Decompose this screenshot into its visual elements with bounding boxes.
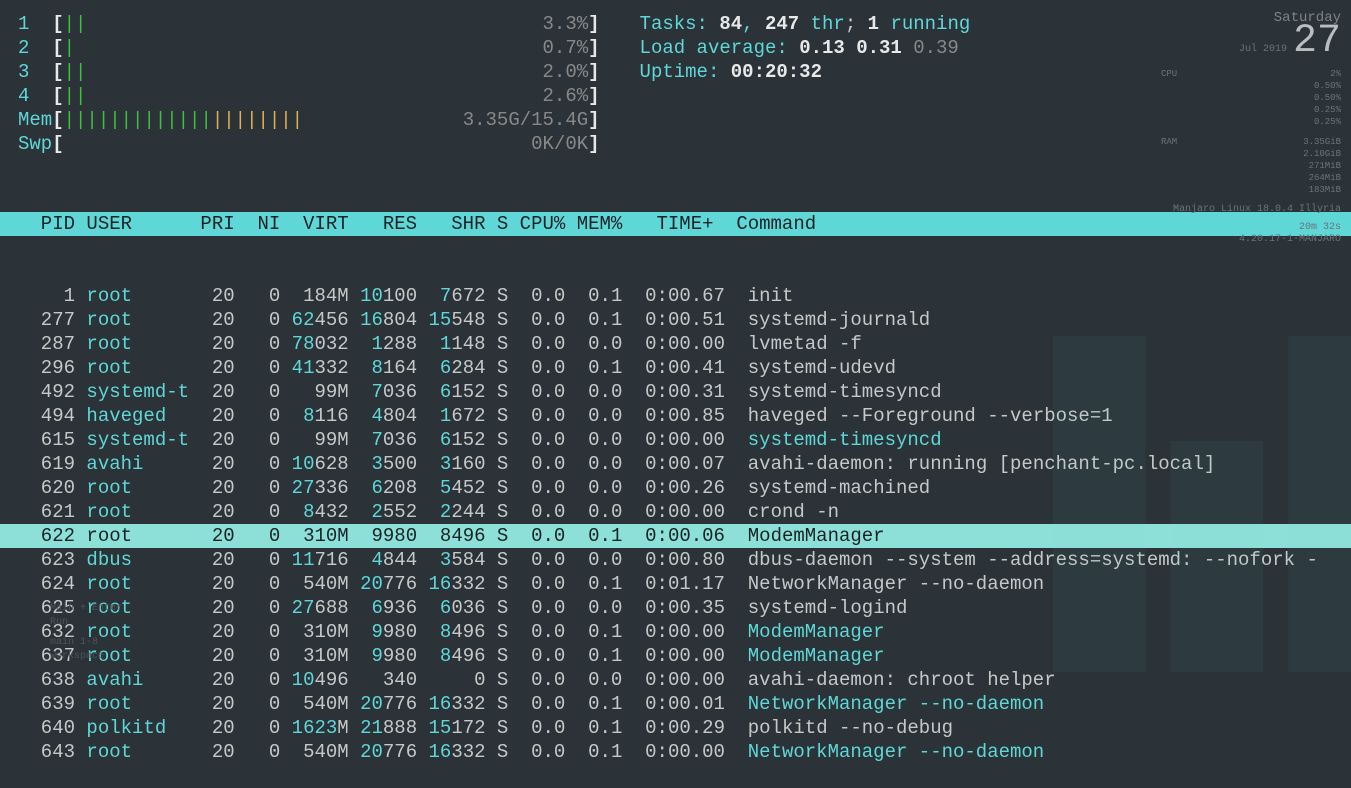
table-row[interactable]: 625 root 20 0 27688 6936 6036 S 0.0 0.0 … bbox=[0, 596, 1351, 620]
table-row[interactable]: 638 avahi 20 0 10496 340 0 S 0.0 0.0 0:0… bbox=[0, 668, 1351, 692]
table-row[interactable]: 637 root 20 0 310M 9980 8496 S 0.0 0.1 0… bbox=[0, 644, 1351, 668]
table-row[interactable]: 621 root 20 0 8432 2552 2244 S 0.0 0.0 0… bbox=[0, 500, 1351, 524]
table-row[interactable]: 287 root 20 0 78032 1288 1148 S 0.0 0.0 … bbox=[0, 332, 1351, 356]
table-row[interactable]: 632 root 20 0 310M 9980 8496 S 0.0 0.1 0… bbox=[0, 620, 1351, 644]
table-row[interactable]: 624 root 20 0 540M 20776 16332 S 0.0 0.1… bbox=[0, 572, 1351, 596]
widget-day: 27 bbox=[1293, 19, 1341, 64]
table-row[interactable]: 639 root 20 0 540M 20776 16332 S 0.0 0.1… bbox=[0, 692, 1351, 716]
table-row[interactable]: 643 root 20 0 540M 20776 16332 S 0.0 0.1… bbox=[0, 740, 1351, 764]
table-row[interactable]: 1 root 20 0 184M 10100 7672 S 0.0 0.1 0:… bbox=[0, 284, 1351, 308]
table-row[interactable]: 640 polkitd 20 0 1623M 21888 15172 S 0.0… bbox=[0, 716, 1351, 740]
table-row[interactable]: 615 systemd-t 20 0 99M 7036 6152 S 0.0 0… bbox=[0, 428, 1351, 452]
process-table[interactable]: PID USER PRI NI VIRT RES SHR S CPU% MEM%… bbox=[0, 164, 1351, 788]
htop-header: 1 [|| 3.3%] 2 [| 0.7%] 3 [|| 2.0%] 4 [|| bbox=[0, 0, 1351, 164]
table-row[interactable]: 623 dbus 20 0 11716 4844 3584 S 0.0 0.0 … bbox=[0, 548, 1351, 572]
table-row[interactable]: 620 root 20 0 27336 6208 5452 S 0.0 0.0 … bbox=[0, 476, 1351, 500]
table-row[interactable]: 277 root 20 0 62456 16804 15548 S 0.0 0.… bbox=[0, 308, 1351, 332]
table-row[interactable]: 492 systemd-t 20 0 99M 7036 6152 S 0.0 0… bbox=[0, 380, 1351, 404]
table-header[interactable]: PID USER PRI NI VIRT RES SHR S CPU% MEM%… bbox=[0, 212, 1351, 236]
desktop-widget: Saturday Jul 2019 27 CPU2% 0.50%0.50%0.2… bbox=[1161, 12, 1341, 246]
table-row[interactable]: 619 avahi 20 0 10628 3500 3160 S 0.0 0.0… bbox=[0, 452, 1351, 476]
cpu-mem-meters: 1 [|| 3.3%] 2 [| 0.7%] 3 [|| 2.0%] 4 [|| bbox=[18, 12, 600, 156]
table-row[interactable]: 296 root 20 0 41332 8164 6284 S 0.0 0.1 … bbox=[0, 356, 1351, 380]
tasks-summary: Tasks: 84, 247 thr; 1 running Load avera… bbox=[640, 12, 971, 156]
table-row[interactable]: 494 haveged 20 0 8116 4804 1672 S 0.0 0.… bbox=[0, 404, 1351, 428]
table-row[interactable]: 622 root 20 0 310M 9980 8496 S 0.0 0.1 0… bbox=[0, 524, 1351, 548]
